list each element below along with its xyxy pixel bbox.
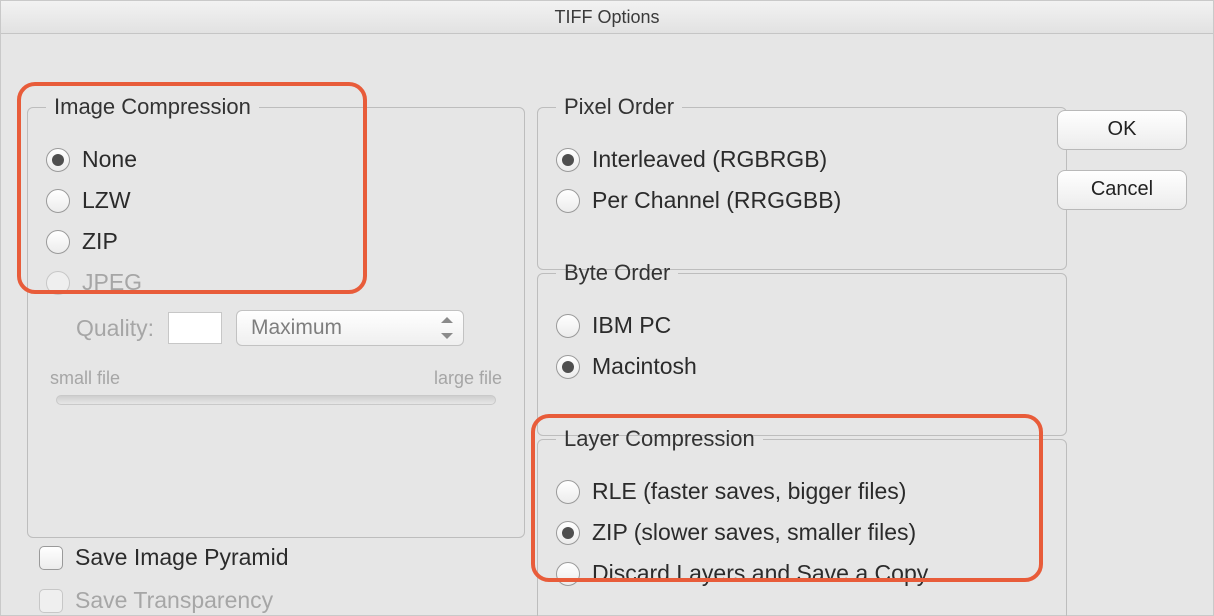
pixel-order-per-channel-row[interactable]: Per Channel (RRGGBB) (556, 187, 1048, 214)
layer-compression-rle-row[interactable]: RLE (faster saves, bigger files) (556, 478, 1048, 505)
layer-compression-legend: Layer Compression (556, 426, 763, 452)
checkbox-transparency-label: Save Transparency (75, 587, 273, 614)
image-compression-jpeg-row: JPEG (46, 269, 506, 296)
image-compression-group: Image Compression None LZW ZIP JPEG Qual… (27, 94, 525, 538)
jpeg-quality-preset-value: Maximum (251, 316, 342, 340)
byte-order-mac-row[interactable]: Macintosh (556, 353, 1048, 380)
jpeg-quality-input (168, 312, 222, 344)
cancel-button[interactable]: Cancel (1057, 170, 1187, 210)
radio-rle[interactable] (556, 480, 580, 504)
tiff-options-dialog: TIFF Options Image Compression None LZW … (0, 0, 1214, 616)
radio-per-channel[interactable] (556, 189, 580, 213)
radio-layer-zip-label: ZIP (slower saves, smaller files) (592, 519, 916, 546)
ok-button[interactable]: OK (1057, 110, 1187, 150)
radio-rle-label: RLE (faster saves, bigger files) (592, 478, 906, 505)
radio-none[interactable] (46, 148, 70, 172)
byte-order-legend: Byte Order (556, 260, 678, 286)
layer-compression-group: Layer Compression RLE (faster saves, big… (537, 426, 1067, 616)
radio-ibm[interactable] (556, 314, 580, 338)
save-transparency-row: Save Transparency (39, 587, 288, 614)
radio-layer-zip[interactable] (556, 521, 580, 545)
updown-arrows-icon (441, 317, 453, 339)
jpeg-quality-row: Quality: Maximum (76, 310, 506, 346)
image-compression-none-row[interactable]: None (46, 146, 506, 173)
pixel-order-group: Pixel Order Interleaved (RGBRGB) Per Cha… (537, 94, 1067, 270)
radio-mac[interactable] (556, 355, 580, 379)
jpeg-slider-min-label: small file (50, 368, 120, 389)
radio-zip-label: ZIP (82, 228, 118, 255)
radio-zip[interactable] (46, 230, 70, 254)
byte-order-ibm-row[interactable]: IBM PC (556, 312, 1048, 339)
layer-compression-discard-row[interactable]: Discard Layers and Save a Copy (556, 560, 1048, 587)
window-title: TIFF Options (1, 1, 1213, 34)
radio-none-label: None (82, 146, 137, 173)
radio-discard[interactable] (556, 562, 580, 586)
pixel-order-interleaved-row[interactable]: Interleaved (RGBRGB) (556, 146, 1048, 173)
radio-jpeg (46, 271, 70, 295)
extra-options: Save Image Pyramid Save Transparency (39, 536, 288, 616)
save-image-pyramid-row[interactable]: Save Image Pyramid (39, 544, 288, 571)
dialog-content: Image Compression None LZW ZIP JPEG Qual… (1, 34, 1213, 72)
pixel-order-legend: Pixel Order (556, 94, 682, 120)
radio-jpeg-label: JPEG (82, 269, 142, 296)
radio-mac-label: Macintosh (592, 353, 697, 380)
radio-per-channel-label: Per Channel (RRGGBB) (592, 187, 841, 214)
jpeg-slider-max-label: large file (434, 368, 502, 389)
image-compression-lzw-row[interactable]: LZW (46, 187, 506, 214)
radio-lzw-label: LZW (82, 187, 131, 214)
jpeg-quality-label: Quality: (76, 315, 154, 342)
image-compression-legend: Image Compression (46, 94, 259, 120)
layer-compression-zip-row[interactable]: ZIP (slower saves, smaller files) (556, 519, 1048, 546)
jpeg-quality-preset-dropdown: Maximum (236, 310, 464, 346)
jpeg-quality-slider (56, 395, 496, 405)
byte-order-group: Byte Order IBM PC Macintosh (537, 260, 1067, 436)
checkbox-transparency (39, 589, 63, 613)
radio-ibm-label: IBM PC (592, 312, 671, 339)
image-compression-zip-row[interactable]: ZIP (46, 228, 506, 255)
checkbox-pyramid[interactable] (39, 546, 63, 570)
radio-interleaved[interactable] (556, 148, 580, 172)
radio-lzw[interactable] (46, 189, 70, 213)
jpeg-slider-labels: small file large file (50, 368, 502, 389)
radio-discard-label: Discard Layers and Save a Copy (592, 560, 928, 587)
checkbox-pyramid-label: Save Image Pyramid (75, 544, 288, 571)
radio-interleaved-label: Interleaved (RGBRGB) (592, 146, 827, 173)
